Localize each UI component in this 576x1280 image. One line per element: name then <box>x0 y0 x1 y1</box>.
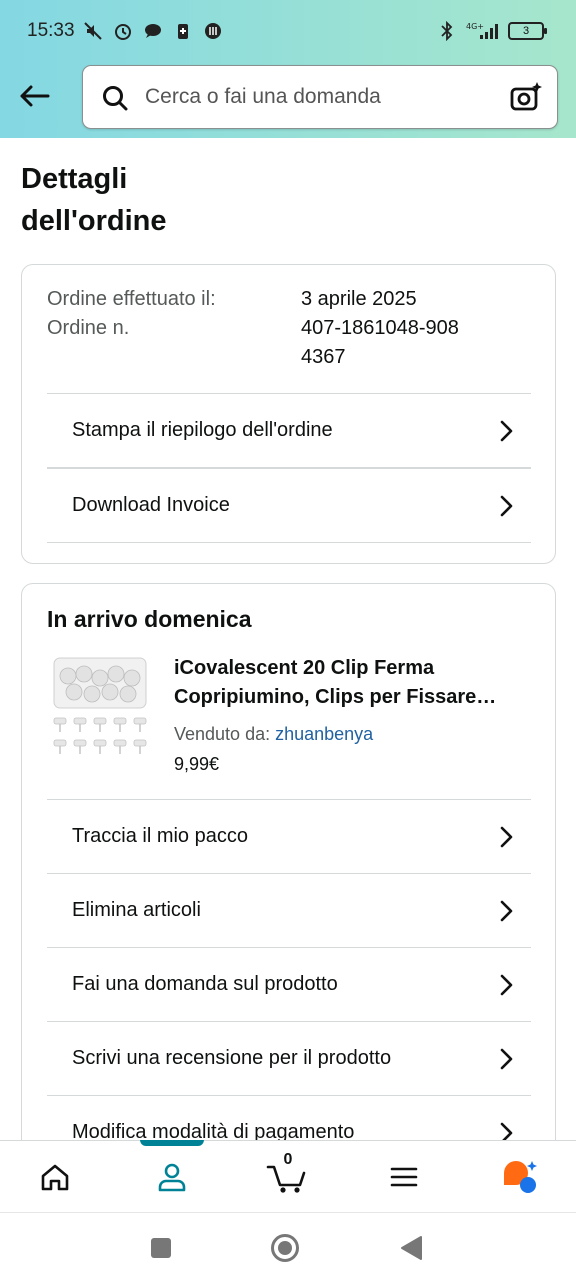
chevron-right-icon <box>500 974 513 996</box>
battery-indicator: 3 <box>508 22 547 40</box>
chevron-right-icon <box>500 1122 513 1140</box>
product-image[interactable] <box>50 654 150 762</box>
nav-cart[interactable]: 0 <box>266 1151 310 1199</box>
triangle-back-icon <box>401 1236 422 1260</box>
alarm-icon <box>112 20 134 42</box>
change-payment-row[interactable]: Modifica modalità di pagamento <box>47 1095 531 1140</box>
status-icons-right: 4G+ 3 <box>436 20 547 42</box>
camera-search-icon[interactable] <box>509 80 543 114</box>
seller-label: Venduto da: <box>174 724 271 744</box>
square-icon <box>151 1238 171 1258</box>
chevron-right-icon <box>500 420 513 442</box>
cart-count: 0 <box>283 1151 293 1168</box>
back-system-button[interactable] <box>396 1233 426 1263</box>
chat-icon <box>142 20 164 42</box>
rufus-assistant-icon <box>504 1161 537 1193</box>
order-info-values: 3 aprile 2025 407-1861048-9084367 <box>301 285 501 372</box>
recent-apps-button[interactable] <box>146 1233 176 1263</box>
seller-link[interactable]: zhuanbenya <box>275 724 373 744</box>
ask-question-row[interactable]: Fai una domanda sul prodotto <box>47 947 531 1021</box>
track-package-label: Traccia il mio pacco <box>72 825 248 847</box>
bottom-nav: 0 <box>0 1140 576 1212</box>
nav-home[interactable] <box>33 1155 77 1199</box>
product-price: 9,99€ <box>174 754 220 774</box>
svg-text:4G+: 4G+ <box>466 22 484 31</box>
signal-icon: 4G+ <box>466 20 500 42</box>
chevron-right-icon <box>500 495 513 517</box>
mute-icon <box>82 20 104 42</box>
bluetooth-icon <box>436 20 458 42</box>
page-title: Dettagli dell'ordine <box>21 163 167 237</box>
user-icon <box>158 1163 186 1192</box>
circle-icon <box>271 1234 299 1262</box>
order-date-value: 3 aprile 2025 <box>301 288 417 310</box>
status-icons-left <box>82 20 224 42</box>
home-icon <box>41 1164 69 1191</box>
chevron-right-icon <box>500 1048 513 1070</box>
download-invoice-label: Download Invoice <box>72 494 230 516</box>
back-button[interactable] <box>14 76 54 116</box>
print-summary-label: Stampa il riepilogo dell'ordine <box>72 419 333 441</box>
page-content: Dettagli dell'ordine Ordine effettuato i… <box>0 138 576 1140</box>
seller-info: Venduto da: zhuanbenya <box>174 724 373 745</box>
order-info-card: Ordine effettuato il: Ordine n. 3 aprile… <box>21 264 556 564</box>
delete-items-row[interactable]: Elimina articoli <box>47 873 531 947</box>
battery-saver-icon <box>172 20 194 42</box>
nav-rufus[interactable] <box>498 1155 542 1199</box>
app-header: 15:33 4G+ 3 Cerca o fai una domanda <box>0 0 576 138</box>
active-tab-indicator <box>140 1140 204 1146</box>
nav-menu[interactable] <box>382 1155 426 1199</box>
nav-account[interactable] <box>150 1155 194 1199</box>
home-system-button[interactable] <box>270 1233 300 1263</box>
print-summary-row[interactable]: Stampa il riepilogo dell'ordine <box>47 393 531 467</box>
order-date-label: Ordine effettuato il: <box>47 288 216 310</box>
ask-question-label: Fai una domanda sul prodotto <box>72 973 338 995</box>
product-title[interactable]: iCovalescent 20 Clip Ferma Copripiumino,… <box>174 654 529 712</box>
delete-items-label: Elimina articoli <box>72 899 201 921</box>
track-package-row[interactable]: Traccia il mio pacco <box>47 799 531 873</box>
search-input[interactable]: Cerca o fai una domanda <box>145 85 381 109</box>
write-review-label: Scrivi una recensione per il prodotto <box>72 1047 392 1069</box>
chevron-right-icon <box>500 826 513 848</box>
chevron-right-icon <box>500 900 513 922</box>
order-info-labels: Ordine effettuato il: Ordine n. <box>47 285 216 343</box>
shipment-card: In arrivo domenica iCovalescent 20 Clip … <box>21 583 556 1140</box>
search-bar[interactable]: Cerca o fai una domanda <box>82 65 558 129</box>
hamburger-menu-icon <box>390 1167 418 1187</box>
order-number-value: 407-1861048-9084367 <box>301 317 459 368</box>
search-icon <box>103 86 128 111</box>
app-notification-icon <box>202 20 224 42</box>
write-review-row[interactable]: Scrivi una recensione per il prodotto <box>47 1021 531 1095</box>
system-nav-bar <box>0 1212 576 1280</box>
change-payment-label: Modifica modalità di pagamento <box>72 1121 355 1140</box>
status-bar: 15:33 4G+ 3 <box>0 0 576 64</box>
arrow-left-icon <box>20 85 50 107</box>
download-invoice-row[interactable]: Download Invoice <box>47 467 531 543</box>
status-time: 15:33 <box>27 20 75 41</box>
order-number-label: Ordine n. <box>47 317 130 339</box>
delivery-status: In arrivo domenica <box>47 606 252 632</box>
